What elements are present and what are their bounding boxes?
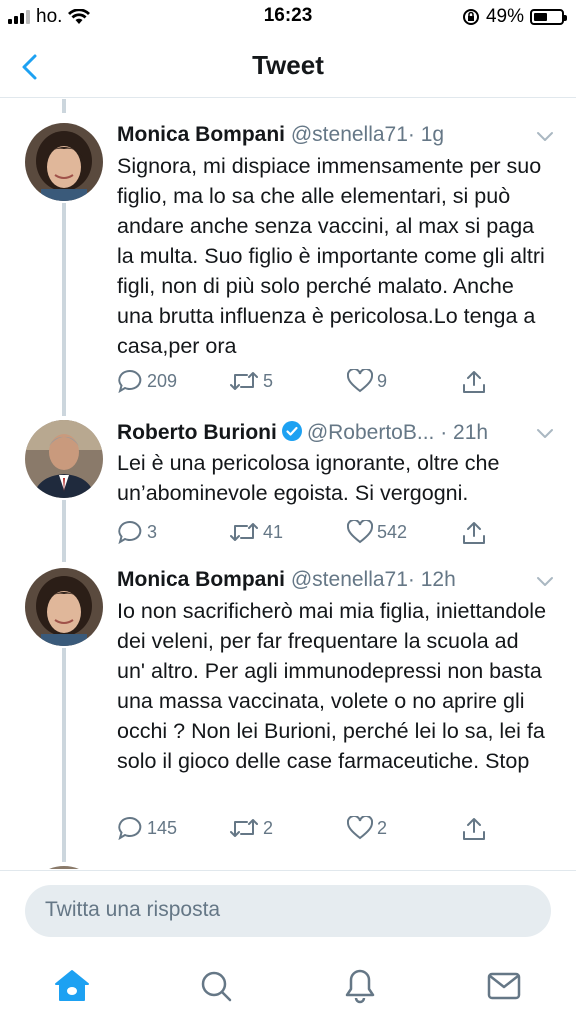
reply-button[interactable]: 145 [117, 816, 177, 840]
author-name[interactable]: Roberto Burioni [117, 421, 277, 444]
author-handle[interactable]: @RobertoB... [307, 421, 435, 444]
thread-line [62, 648, 66, 848]
reply-icon [118, 369, 142, 393]
share-icon [463, 818, 485, 840]
tweet-time: · 12h [407, 568, 456, 591]
reply-count: 3 [147, 521, 158, 542]
battery-icon [530, 9, 567, 25]
tweet-text: Lei è una pericolosa ignorante, oltre ch… [117, 451, 500, 505]
like-count: 9 [377, 370, 388, 391]
thread-line [62, 99, 66, 113]
notifications-icon [345, 969, 375, 1004]
thread-line [62, 848, 66, 862]
avatar[interactable] [25, 866, 103, 869]
like-button[interactable]: 542 [347, 520, 407, 544]
tab-notifications[interactable] [340, 966, 380, 1006]
tweet-time: · 1g [407, 123, 445, 146]
navigation-bar: Tweet [0, 34, 576, 98]
tweet-thread[interactable]: Monica Bompani @stenella71· 1g Signora, … [0, 99, 576, 869]
tab-home[interactable] [52, 966, 92, 1006]
thread-line [62, 402, 66, 416]
tweet-header: Roberto Burioni @RobertoB... · 21h [117, 420, 556, 448]
tweet-text: Signora, mi dispiace immensamente per su… [117, 154, 545, 358]
retweet-count: 41 [263, 521, 284, 542]
author-name[interactable]: Monica Bompani [117, 123, 285, 146]
reply-icon [118, 520, 142, 544]
tweet-actions: 209 5 9 [117, 369, 546, 397]
status-right: 49% [462, 6, 567, 28]
verified-badge-icon [281, 421, 302, 441]
retweet-icon [230, 819, 258, 837]
avatar[interactable] [25, 568, 103, 646]
share-icon [463, 522, 485, 544]
thread-line [62, 548, 66, 562]
chevron-down-icon[interactable] [534, 570, 556, 592]
like-button[interactable]: 9 [347, 369, 387, 393]
heart-icon [347, 816, 373, 840]
tweet-header: Monica Bompani @stenella71· 1g [117, 123, 556, 151]
share-button[interactable] [461, 369, 487, 395]
author-handle[interactable]: @stenella71 [291, 568, 408, 591]
search-icon [201, 971, 232, 1002]
tweet-header: Monica Bompani @stenella71· 12h [117, 568, 556, 596]
reply-icon [118, 816, 142, 840]
heart-icon [347, 520, 373, 544]
tweet-text: Io non sacrificherò mai mia figlia, inie… [117, 599, 547, 773]
thread-line [62, 203, 66, 402]
retweet-icon [230, 372, 258, 390]
share-button[interactable] [461, 520, 487, 546]
like-count: 2 [377, 817, 388, 838]
reply-bar: Twitta una risposta [0, 870, 576, 950]
chevron-down-icon[interactable] [534, 422, 556, 444]
page-title: Tweet [252, 50, 324, 80]
heart-icon [347, 369, 373, 393]
retweet-button[interactable]: 5 [229, 369, 273, 393]
retweet-button[interactable]: 2 [229, 816, 273, 840]
tweet-actions: 145 2 2 [117, 816, 546, 844]
home-icon [55, 970, 89, 1001]
messages-icon [487, 972, 521, 1000]
thread-line [62, 500, 66, 548]
retweet-icon [230, 523, 258, 541]
like-count: 542 [377, 521, 408, 542]
status-bar: ho. 16:23 49% [0, 0, 576, 34]
orientation-lock-icon [462, 9, 479, 25]
battery-percentage: 49% [485, 6, 524, 27]
reply-input[interactable]: Twitta una risposta [25, 885, 551, 937]
tweet-item[interactable]: Monica Bompani @stenella71· 1g Signora, … [0, 99, 576, 402]
retweet-count: 2 [263, 817, 274, 838]
author-name[interactable]: Monica Bompani [117, 568, 285, 591]
avatar[interactable] [25, 420, 103, 498]
retweet-button[interactable]: 41 [229, 520, 283, 544]
tweet-actions: 3 41 542 [117, 520, 546, 548]
avatar[interactable] [25, 123, 103, 201]
reply-button[interactable]: 3 [117, 520, 157, 544]
tab-messages[interactable] [484, 966, 524, 1006]
chevron-down-icon[interactable] [534, 125, 556, 147]
retweet-count: 5 [263, 370, 274, 391]
reply-count: 209 [147, 370, 178, 391]
tab-search[interactable] [196, 966, 236, 1006]
reply-count: 145 [147, 817, 178, 838]
tweet-item-partial[interactable] [0, 848, 576, 869]
author-handle[interactable]: @stenella71 [291, 123, 408, 146]
like-button[interactable]: 2 [347, 816, 387, 840]
share-button[interactable] [461, 816, 487, 842]
reply-button[interactable]: 209 [117, 369, 177, 393]
share-icon [463, 371, 485, 393]
tab-bar [0, 950, 576, 1024]
tweet-item[interactable]: Monica Bompani @stenella71· 12h Io non s… [0, 548, 576, 848]
tweet-item[interactable]: Roberto Burioni @RobertoB... · 21h Lei è … [0, 402, 576, 548]
tweet-time: · 21h [440, 421, 489, 444]
